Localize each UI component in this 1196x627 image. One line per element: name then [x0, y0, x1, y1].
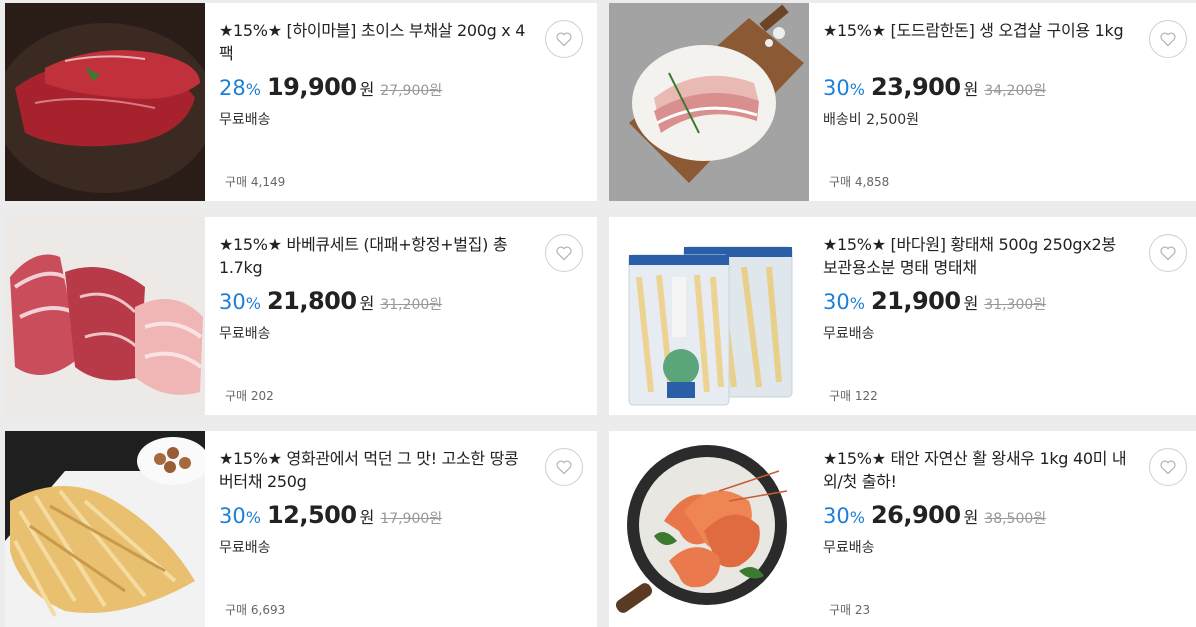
pork-belly-image[interactable]	[609, 3, 809, 201]
shipping-info: 무료배송	[823, 326, 875, 342]
wishlist-button[interactable]	[1149, 234, 1187, 272]
discount-percent-sign: %	[245, 508, 261, 527]
original-price: 31,200원	[380, 297, 443, 313]
price-unit: 원	[359, 80, 375, 99]
heart-icon	[1160, 32, 1176, 47]
heart-icon	[556, 32, 572, 47]
heart-icon	[1160, 460, 1176, 475]
sale-price: 26,900	[870, 501, 961, 529]
discount-rate: 30	[219, 290, 246, 314]
price-row: 30% 23,900 원 34,200원	[823, 73, 1046, 101]
product-title[interactable]: ★15%★ 태안 자연산 활 왕새우 1kg 40미 내외/첫 출하!	[823, 447, 1133, 493]
shipping-info: 배송비 2,500원	[823, 112, 920, 128]
sale-price: 21,800	[266, 287, 357, 315]
shredded-squid-image[interactable]	[5, 431, 205, 627]
product-card[interactable]: ★15%★ 영화관에서 먹던 그 맛! 고소한 땅콩버터채 250g 30% 1…	[5, 431, 597, 627]
discount-rate: 30	[823, 76, 850, 100]
price-row: 30% 21,900 원 31,300원	[823, 287, 1046, 315]
sale-price: 21,900	[870, 287, 961, 315]
bbq-set-image[interactable]	[5, 217, 205, 415]
original-price: 34,200원	[984, 83, 1047, 99]
product-card[interactable]: ★15%★ [도드람한돈] 생 오겹살 구이용 1kg 30% 23,900 원 …	[609, 3, 1196, 201]
price-unit: 원	[359, 508, 375, 527]
wishlist-button[interactable]	[1149, 448, 1187, 486]
price-row: 30% 26,900 원 38,500원	[823, 501, 1046, 529]
product-card[interactable]: ★15%★ [하이마블] 초이스 부채살 200g x 4팩 28% 19,90…	[5, 3, 597, 201]
original-price: 31,300원	[984, 297, 1047, 313]
discount-rate: 30	[823, 290, 850, 314]
price-row: 30% 12,500 원 17,900원	[219, 501, 442, 529]
product-grid: ★15%★ [하이마블] 초이스 부채살 200g x 4팩 28% 19,90…	[0, 0, 1196, 627]
price-unit: 원	[963, 80, 979, 99]
product-title[interactable]: ★15%★ 바베큐세트 (대패+항정+벌집) 총 1.7kg	[219, 233, 529, 279]
product-title[interactable]: ★15%★ [하이마블] 초이스 부채살 200g x 4팩	[219, 19, 529, 65]
purchase-count: 구매 202	[225, 389, 274, 403]
price-row: 28% 19,900 원 27,900원	[219, 73, 442, 101]
purchase-count: 구매 4,858	[829, 175, 890, 189]
sale-price: 19,900	[266, 73, 357, 101]
discount-percent-sign: %	[245, 80, 261, 99]
king-prawn-image[interactable]	[609, 431, 809, 627]
purchase-count: 구매 6,693	[225, 603, 286, 617]
original-price: 17,900원	[380, 511, 443, 527]
discount-percent-sign: %	[849, 508, 865, 527]
price-unit: 원	[359, 294, 375, 313]
product-title[interactable]: ★15%★ 영화관에서 먹던 그 맛! 고소한 땅콩버터채 250g	[219, 447, 529, 493]
beef-steak-image[interactable]	[5, 3, 205, 201]
dried-pollack-image[interactable]	[609, 217, 809, 415]
heart-icon	[556, 246, 572, 261]
shipping-info: 무료배송	[219, 326, 271, 342]
product-card[interactable]: ★15%★ 태안 자연산 활 왕새우 1kg 40미 내외/첫 출하! 30% …	[609, 431, 1196, 627]
wishlist-button[interactable]	[545, 20, 583, 58]
wishlist-button[interactable]	[545, 234, 583, 272]
sale-price: 12,500	[266, 501, 357, 529]
product-title[interactable]: ★15%★ [도드람한돈] 생 오겹살 구이용 1kg	[823, 19, 1133, 42]
wishlist-button[interactable]	[1149, 20, 1187, 58]
sale-price: 23,900	[870, 73, 961, 101]
original-price: 38,500원	[984, 511, 1047, 527]
product-card[interactable]: ★15%★ [바다원] 황태채 500g 250gx2봉 보관용소분 명태 명태…	[609, 217, 1196, 415]
shipping-info: 무료배송	[219, 540, 271, 556]
product-card[interactable]: ★15%★ 바베큐세트 (대패+항정+벌집) 총 1.7kg 30% 21,80…	[5, 217, 597, 415]
discount-rate: 28	[219, 76, 246, 100]
discount-percent-sign: %	[245, 294, 261, 313]
purchase-count: 구매 122	[829, 389, 878, 403]
shipping-info: 무료배송	[219, 112, 271, 128]
heart-icon	[556, 460, 572, 475]
wishlist-button[interactable]	[545, 448, 583, 486]
discount-rate: 30	[823, 504, 850, 528]
purchase-count: 구매 4,149	[225, 175, 286, 189]
shipping-info: 무료배송	[823, 540, 875, 556]
discount-percent-sign: %	[849, 294, 865, 313]
discount-rate: 30	[219, 504, 246, 528]
price-unit: 원	[963, 294, 979, 313]
price-unit: 원	[963, 508, 979, 527]
heart-icon	[1160, 246, 1176, 261]
product-title[interactable]: ★15%★ [바다원] 황태채 500g 250gx2봉 보관용소분 명태 명태…	[823, 233, 1133, 279]
original-price: 27,900원	[380, 83, 443, 99]
discount-percent-sign: %	[849, 80, 865, 99]
purchase-count: 구매 23	[829, 603, 871, 617]
price-row: 30% 21,800 원 31,200원	[219, 287, 442, 315]
